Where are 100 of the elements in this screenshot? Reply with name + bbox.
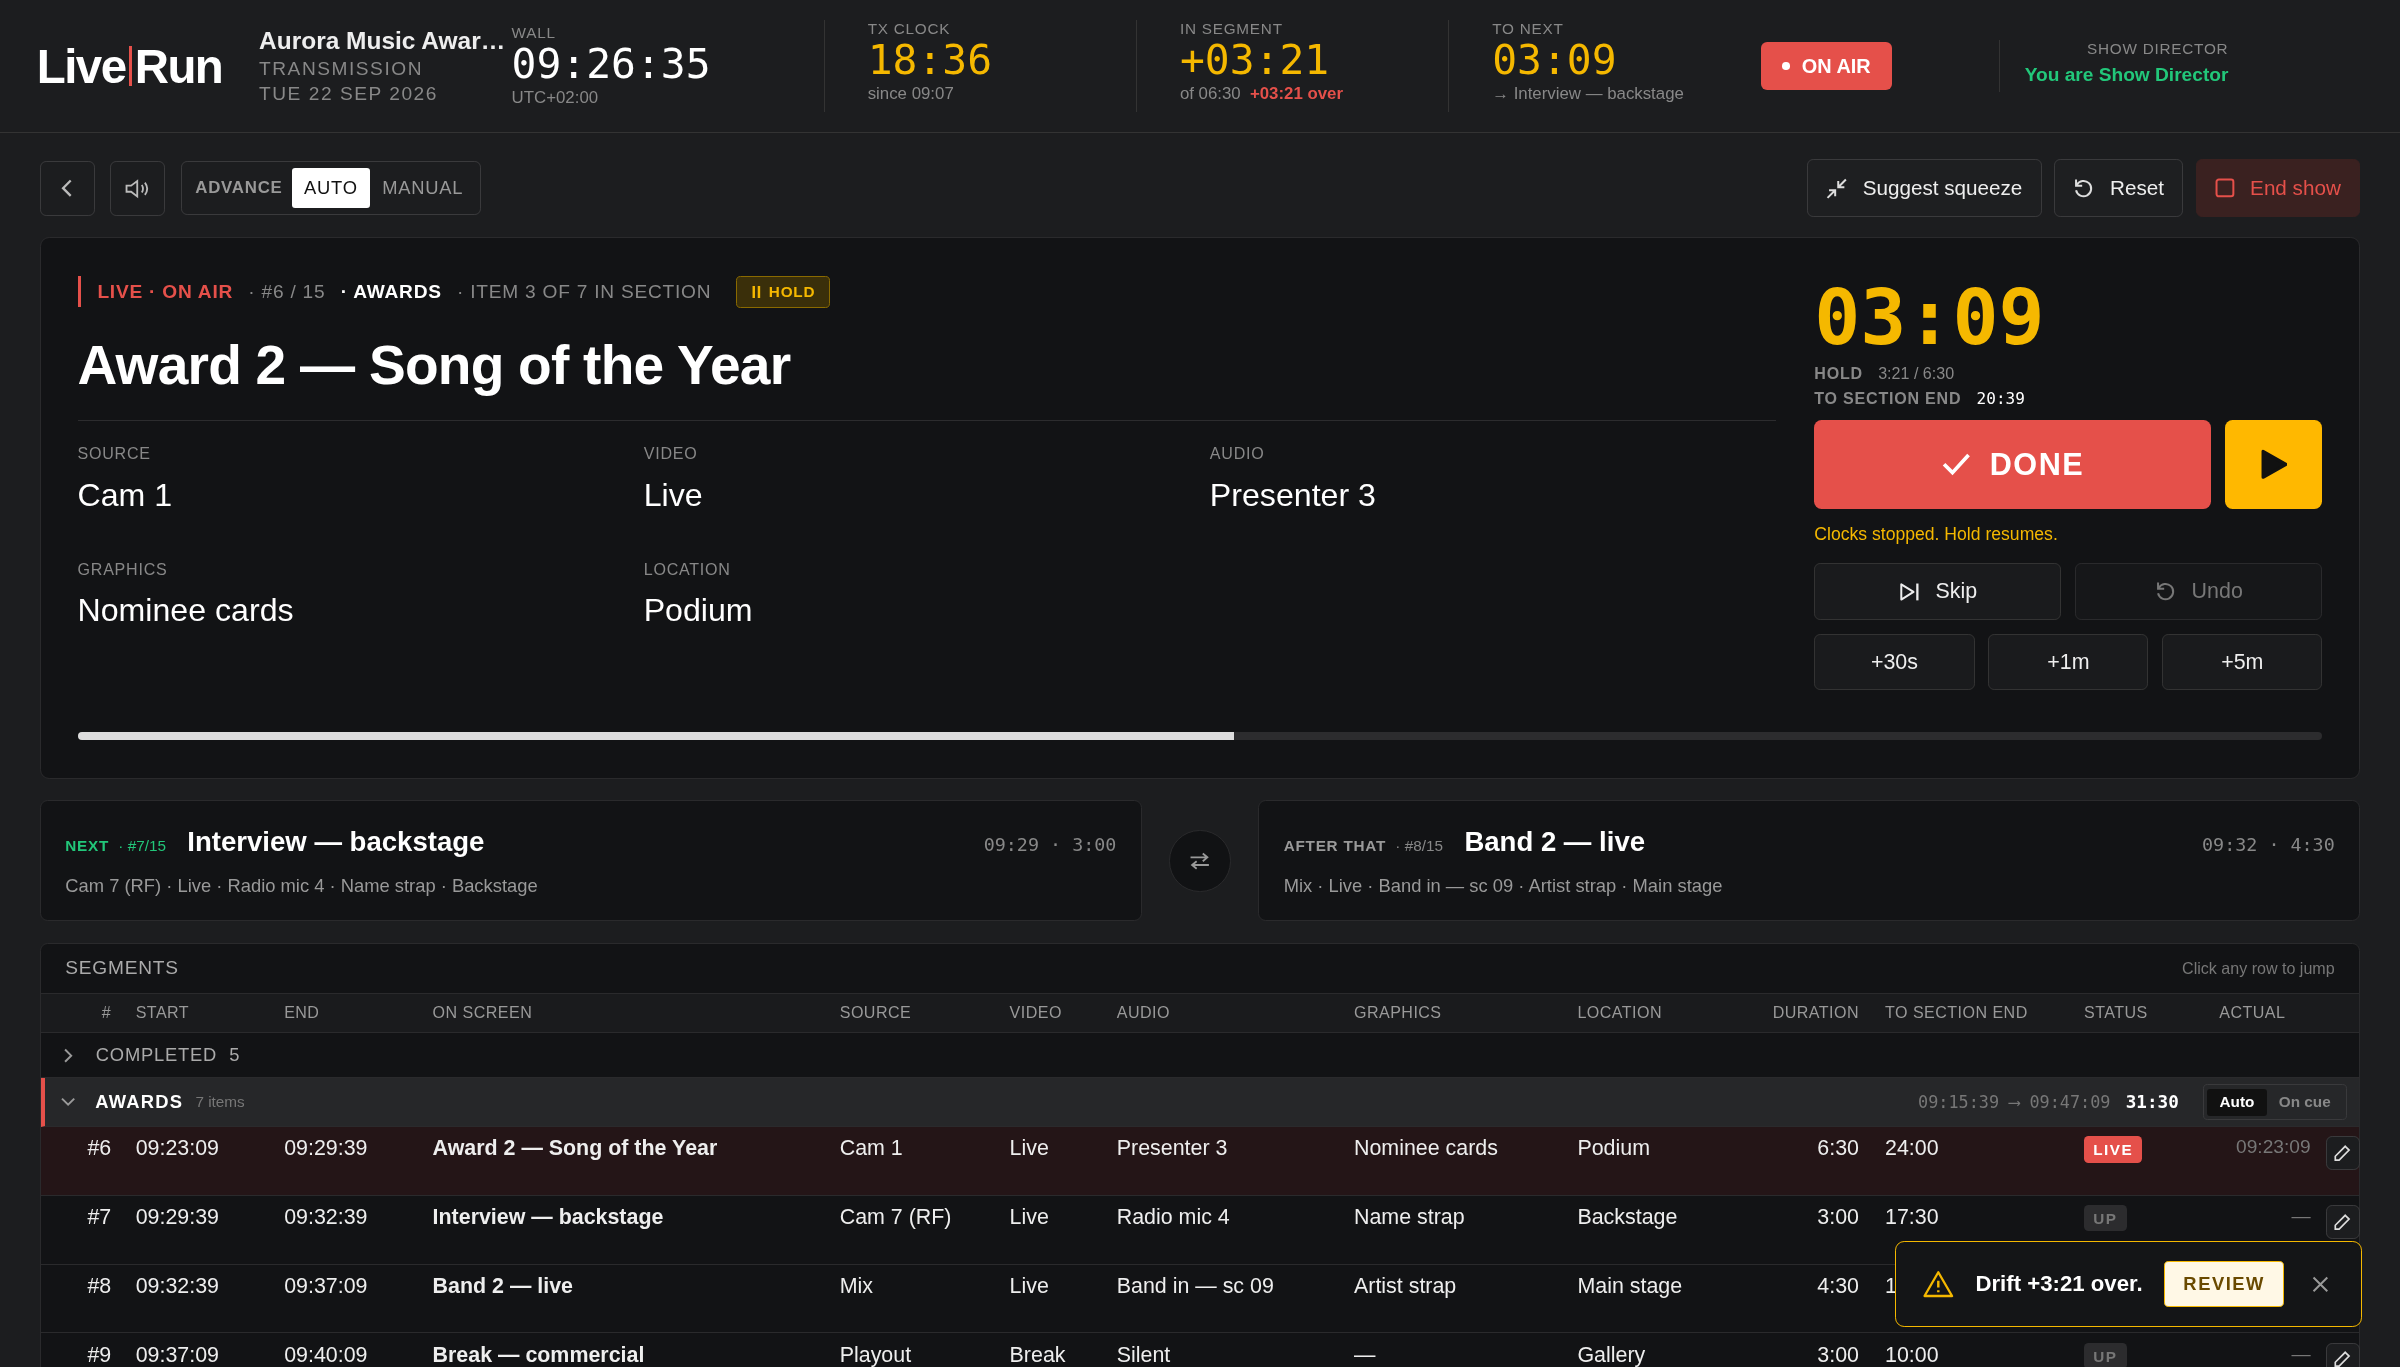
column-header: END [284,1003,321,1023]
clock-value: 18:36 [867,38,994,85]
segment-title: Interview — backstage [432,1204,664,1230]
audio-cell: Band in — sc 09 [1116,1273,1274,1299]
status-badge: UP [2084,1205,2127,1232]
column-header: VIDEO [1009,1003,1063,1023]
segment-title: Award 2 — Song of the Year [432,1136,718,1161]
upcoming-details: Mix · Live · Band in — sc 09 · Artist strap · Main stage [1283,874,1724,897]
edit-button[interactable] [2325,1204,2360,1239]
upcoming-title: Band 2 — live [1464,825,1646,858]
segment-row[interactable]: #6 09:23:09 09:29:39 Award 2 — Song of the Year Cam 1 Live Presenter 3 Nominee cards Podium 6:30 24:00 LIVE 09:23:09 [40,1126,2360,1196]
panel-hint: Click any row to jump [2182,958,2335,978]
extend-button[interactable]: +5m [2162,633,2323,691]
role-name: You are Show Director [2024,64,2229,87]
upcoming-card[interactable]: NEXT · #7/15 Interview — backstage 09:29 · 3:00 Cam 7 (RF) · Live · Radio mic 4 · Name strap · Backstage [39,800,1142,922]
undo-icon [2154,581,2177,603]
column-header: GRAPHICS [1353,1003,1443,1023]
segment-row[interactable]: #9 09:37:09 09:40:09 Break — commercial Playout Break Silent — Gallery 3:00 10:00 UP — [40,1333,2360,1367]
source-cell: Playout [839,1342,912,1367]
upcoming-number: · #8/15 [1395,836,1443,855]
hold-badge: HOLD [735,275,830,308]
pencil-icon [2333,1212,2352,1231]
group-name: COMPLETED [95,1044,217,1067]
edit-button[interactable] [2325,1136,2360,1170]
upcoming-time: 09:29 · 3:00 [983,833,1117,855]
clock-label: TX CLOCK [867,20,952,39]
location-cell: Backstage [1577,1204,1678,1230]
segment-position: · #6 / 15 [248,280,326,303]
field-value: Nominee cards [77,592,295,630]
mode-option[interactable]: MANUAL [370,168,476,209]
reset-button[interactable]: Reset [2053,159,2184,218]
edit-button[interactable] [2325,1342,2360,1367]
on-air-button[interactable]: ON AIR [1760,42,1893,90]
shrink-icon [1825,177,1848,199]
squeeze-button[interactable]: Suggest squeeze [1806,159,2042,218]
section-end-label: TO SECTION END [1814,388,1962,408]
actual-time: — [2291,1204,2311,1226]
extend-button[interactable]: +30s [1814,633,1975,691]
clock-note: of 06:30 [1179,84,1241,105]
source-cell: Mix [839,1273,873,1299]
mode-option[interactable]: AUTO [291,168,370,209]
segment-title: Break — commercial [432,1342,645,1367]
show-date: TUE 22 SEP 2026 [259,83,439,106]
field-value: Cam 1 [77,476,174,514]
overrun-note: +03:21 over [1249,84,1343,105]
end-time: 09:40:09 [284,1342,368,1367]
column-header: LOCATION [1577,1003,1663,1023]
review-button[interactable]: REVIEW [2164,1261,2285,1307]
source-cell: Cam 7 (RF) [839,1204,952,1230]
upcoming-time: 09:32 · 4:30 [2202,833,2335,855]
speaker-icon [125,177,150,199]
end-show-button[interactable]: End show [2195,159,2361,218]
toast-message: Drift +3:21 over. [1975,1271,2143,1298]
column-header: AUDIO [1116,1003,1171,1023]
duration-cell: 4:30 [1817,1273,1860,1299]
field-label: SOURCE [77,444,152,463]
video-cell: Live [1009,1273,1049,1299]
sound-button[interactable] [110,160,166,216]
duration-cell: 6:30 [1817,1136,1860,1161]
upcoming-details: Cam 7 (RF) · Live · Radio mic 4 · Name strap · Backstage [65,874,539,897]
extend-button[interactable]: +1m [1988,633,2149,691]
field-label: LOCATION [643,559,732,579]
field-label: GRAPHICS [77,559,169,579]
field-value: Podium [643,592,754,630]
skip-button[interactable]: Skip [1814,563,2062,621]
section-total: 31:30 [2125,1092,2179,1113]
skip-icon [1898,581,1921,602]
cue-mode-option[interactable]: Auto [2207,1088,2267,1116]
graphics-cell: — [1353,1342,1376,1367]
column-header: ACTUAL [2218,1003,2287,1023]
upcoming-card[interactable]: AFTER THAT · #8/15 Band 2 — live 09:32 · 4:30 Mix · Live · Band in — sc 09 · Artist strap · Main stage [1258,800,2361,922]
row-number: #9 [87,1342,112,1367]
done-button[interactable]: DONE [1814,420,2211,509]
section-group-row[interactable]: AWARDS 7 items 09:15:39 ⟶ 09:47:09 31:30 Auto On cue [40,1078,2360,1127]
column-header: STATUS [2084,1003,2149,1023]
location-cell: Podium [1577,1136,1650,1161]
cue-mode-option[interactable]: On cue [2266,1088,2343,1116]
audio-cell: Radio mic 4 [1116,1204,1230,1230]
duration-cell: 3:00 [1817,1204,1860,1230]
upcoming-number: · #7/15 [118,836,166,855]
group-count: 7 items [195,1093,245,1112]
warning-icon [1923,1270,1955,1298]
section-end-cell: 1 [1885,1273,1897,1299]
check-icon [1940,452,1972,477]
upcoming-tag: AFTER THAT [1283,836,1387,855]
show-title: Aurora Music Awar… [259,27,507,56]
section-name: · AWARDS [340,280,442,303]
end-time: 09:29:39 [284,1136,368,1161]
play-icon [2259,449,2288,480]
square-icon [2214,178,2235,199]
reset-icon [2073,177,2095,199]
section-item: · ITEM 3 OF 7 IN SECTION [457,280,712,303]
clock-label: TO NEXT [1492,20,1565,39]
section-end-cell: 17:30 [1885,1204,1939,1230]
section-end-time: 20:39 [1976,388,2025,408]
play-button[interactable] [2224,420,2323,509]
role-label: SHOW DIRECTOR [2086,40,2229,59]
field-label: AUDIO [1209,444,1266,463]
pencil-icon [2333,1143,2352,1162]
clock-label: IN SEGMENT [1179,20,1284,39]
